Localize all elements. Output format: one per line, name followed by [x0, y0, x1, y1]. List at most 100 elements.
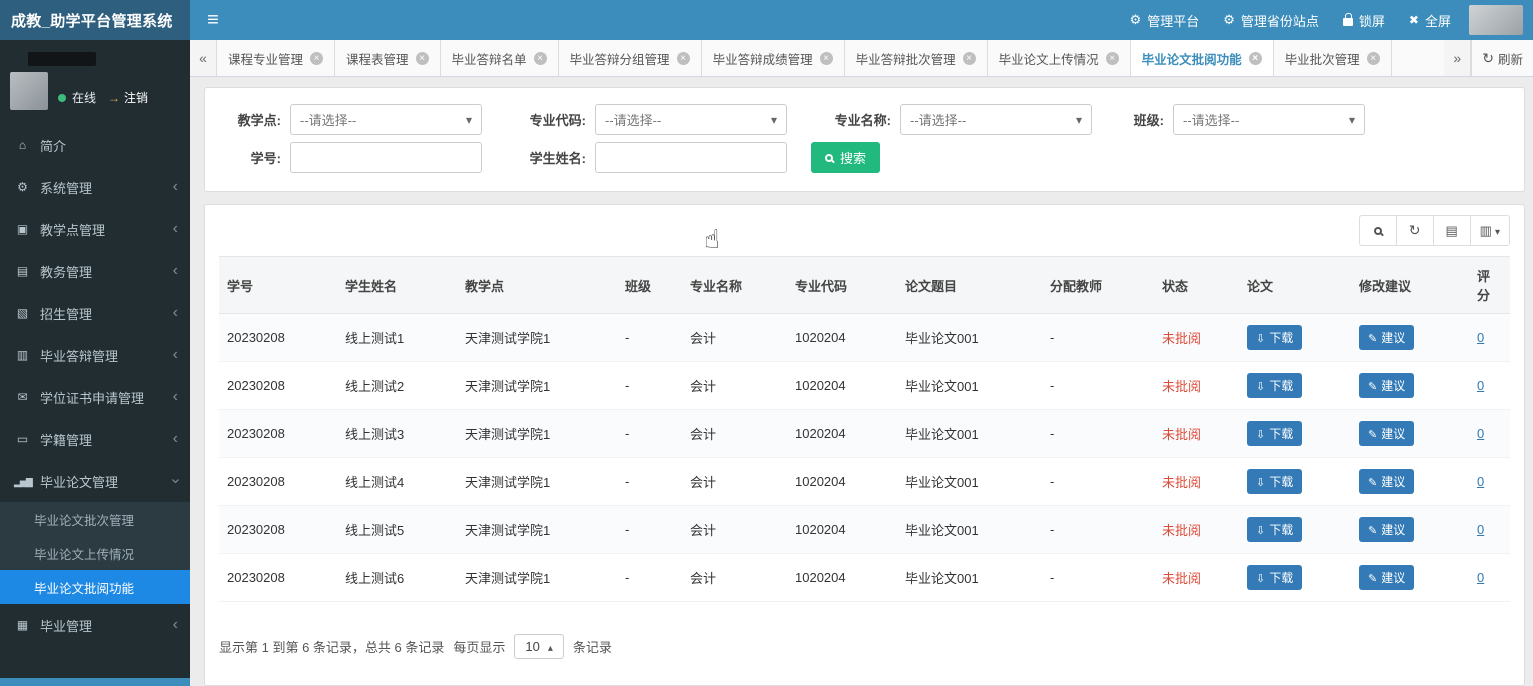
- sidebar-subitem-thesis-batch-mgmt[interactable]: 毕业论文批次管理: [0, 502, 190, 536]
- score-link[interactable]: 0: [1477, 378, 1484, 393]
- col-class: 班级: [617, 257, 682, 314]
- navbar-action[interactable]: 锁屏: [1331, 0, 1397, 40]
- suggest-button[interactable]: 建议: [1359, 565, 1414, 590]
- tabs-scroll-right-button[interactable]: [1444, 40, 1471, 76]
- chevron-down-icon: [1495, 223, 1500, 238]
- tab[interactable]: 毕业论文批阅功能: [1131, 40, 1274, 76]
- cell-thesis-title: 毕业论文001: [897, 458, 1042, 506]
- sidebar-item-thesis-mgmt[interactable]: 毕业论文管理: [0, 460, 190, 502]
- cell-teaching-site: 天津测试学院1: [457, 458, 617, 506]
- score-link[interactable]: 0: [1477, 474, 1484, 489]
- logout-link[interactable]: 注销: [108, 89, 148, 106]
- score-link[interactable]: 0: [1477, 570, 1484, 585]
- cell-score: 0: [1469, 362, 1510, 410]
- sidebar-toggle-button[interactable]: [190, 0, 236, 40]
- tab-close-icon[interactable]: [1249, 52, 1262, 65]
- tab[interactable]: 毕业答辩批次管理: [845, 40, 988, 76]
- class-select[interactable]: --请选择--: [1173, 104, 1365, 135]
- download-button-label: 下载: [1269, 473, 1293, 490]
- toggle-view-button[interactable]: [1433, 215, 1471, 246]
- sidebar-item-academic-mgmt[interactable]: 教务管理: [0, 250, 190, 292]
- cell-class: -: [617, 410, 682, 458]
- student-id-input[interactable]: [290, 142, 482, 173]
- suggest-button[interactable]: 建议: [1359, 517, 1414, 542]
- navbar-action-icon: [1409, 13, 1419, 27]
- per-page-unit-label: 条记录: [573, 637, 612, 656]
- hamburger-icon: [207, 10, 219, 31]
- score-link[interactable]: 0: [1477, 426, 1484, 441]
- sidebar-item-teaching-site-mgmt[interactable]: 教学点管理: [0, 208, 190, 250]
- tab-close-icon[interactable]: [416, 52, 429, 65]
- download-button[interactable]: 下载: [1247, 469, 1302, 494]
- sidebar-subitem-thesis-review[interactable]: 毕业论文批阅功能: [0, 570, 190, 604]
- sidebar-item-defense-mgmt[interactable]: 毕业答辩管理: [0, 334, 190, 376]
- toggle-search-button[interactable]: [1359, 215, 1397, 246]
- tab[interactable]: 课程表管理: [335, 40, 441, 76]
- download-button[interactable]: 下载: [1247, 565, 1302, 590]
- tab-close-icon[interactable]: [310, 52, 323, 65]
- filter-label-student-id: 学号:: [219, 148, 281, 167]
- cell-teaching-site: 天津测试学院1: [457, 506, 617, 554]
- suggest-button[interactable]: 建议: [1359, 325, 1414, 350]
- table-row: 20230208 线上测试6 天津测试学院1 - 会计 1020204 毕业论文…: [219, 554, 1510, 602]
- page-size-select[interactable]: 10: [514, 634, 564, 659]
- refresh-tab-button[interactable]: 刷新: [1471, 40, 1533, 76]
- download-button[interactable]: 下载: [1247, 421, 1302, 446]
- tab[interactable]: 毕业批次管理: [1274, 40, 1392, 76]
- chevron-left-icon: [173, 179, 178, 195]
- tab-label: 毕业答辩批次管理: [856, 49, 956, 68]
- download-button[interactable]: 下载: [1247, 373, 1302, 398]
- search-button[interactable]: 搜索: [811, 142, 880, 173]
- suggest-button[interactable]: 建议: [1359, 421, 1414, 446]
- sidebar-item-system-mgmt[interactable]: 系统管理: [0, 166, 190, 208]
- sidebar-item-intro[interactable]: 简介: [0, 124, 190, 166]
- sidebar-item-degree-cert-mgmt[interactable]: 学位证书申请管理: [0, 376, 190, 418]
- tab[interactable]: 课程专业管理: [217, 40, 335, 76]
- sidebar-item-graduation-mgmt[interactable]: 毕业管理: [0, 604, 190, 646]
- tab[interactable]: 毕业答辩分组管理: [559, 40, 702, 76]
- cell-thesis-title: 毕业论文001: [897, 506, 1042, 554]
- tab-close-icon[interactable]: [677, 52, 690, 65]
- cell-assigned-teacher: -: [1042, 410, 1154, 458]
- refresh-table-button[interactable]: [1396, 215, 1434, 246]
- navbar-action[interactable]: 管理省份站点: [1211, 0, 1331, 40]
- app-title[interactable]: 成教_助学平台管理系统: [0, 0, 190, 40]
- filter-label-class: 班级:: [1116, 110, 1164, 129]
- tab[interactable]: 毕业论文上传情况: [988, 40, 1131, 76]
- tab-close-icon[interactable]: [820, 52, 833, 65]
- teaching-site-select[interactable]: --请选择--: [290, 104, 482, 135]
- navbar-action[interactable]: 管理平台: [1118, 0, 1212, 40]
- score-link[interactable]: 0: [1477, 330, 1484, 345]
- suggest-button-label: 建议: [1381, 569, 1405, 586]
- user-avatar[interactable]: [1469, 5, 1523, 35]
- suggest-button[interactable]: 建议: [1359, 373, 1414, 398]
- edit-icon: [1368, 523, 1377, 537]
- sidebar-subitem-thesis-upload-status[interactable]: 毕业论文上传情况: [0, 536, 190, 570]
- cell-thesis-title: 毕业论文001: [897, 314, 1042, 362]
- student-name-input[interactable]: [595, 142, 787, 173]
- suggest-button-label: 建议: [1381, 329, 1405, 346]
- download-button[interactable]: 下载: [1247, 517, 1302, 542]
- tab-close-icon[interactable]: [1106, 52, 1119, 65]
- score-link[interactable]: 0: [1477, 522, 1484, 537]
- refresh-icon: [1409, 222, 1421, 239]
- navbar-action[interactable]: 全屏: [1397, 0, 1463, 40]
- tab-close-icon[interactable]: [1367, 52, 1380, 65]
- cell-major-name: 会计: [682, 458, 787, 506]
- tab-close-icon[interactable]: [534, 52, 547, 65]
- comment-icon: [14, 390, 31, 404]
- tab-close-icon[interactable]: [963, 52, 976, 65]
- columns-button[interactable]: [1470, 215, 1510, 246]
- major-code-select[interactable]: --请选择--: [595, 104, 787, 135]
- tab[interactable]: 毕业答辩名单: [441, 40, 559, 76]
- major-name-select[interactable]: --请选择--: [900, 104, 1092, 135]
- sidebar-item-student-status-mgmt[interactable]: 学籍管理: [0, 418, 190, 460]
- cell-student-id: 20230208: [219, 362, 337, 410]
- col-status: 状态: [1154, 257, 1239, 314]
- suggest-button[interactable]: 建议: [1359, 469, 1414, 494]
- page-body: 在线 注销 简介 系统管理 教学点管理: [0, 40, 1533, 686]
- sidebar-item-enrollment-mgmt[interactable]: 招生管理: [0, 292, 190, 334]
- download-button[interactable]: 下载: [1247, 325, 1302, 350]
- tabs-scroll-left-button[interactable]: [190, 40, 217, 76]
- tab[interactable]: 毕业答辩成绩管理: [702, 40, 845, 76]
